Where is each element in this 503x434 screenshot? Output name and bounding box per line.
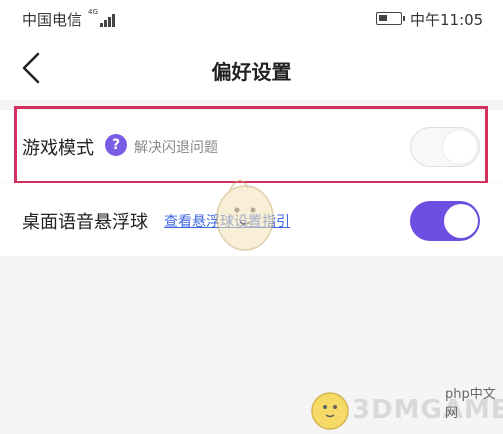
floating-ball-label: 桌面语音悬浮球 <box>22 212 148 233</box>
page-title: 偏好设置 <box>211 60 292 84</box>
game-mode-hint: 解决闪退问题 <box>134 140 218 156</box>
battery-icon <box>376 12 405 25</box>
status-bar: 中国电信 4G 中午11:05 <box>0 0 503 36</box>
game-mode-label: 游戏模式 <box>22 138 94 159</box>
nav-bar: 偏好设置 <box>0 36 503 100</box>
setting-row-floating-ball: 桌面语音悬浮球 查看悬浮球设置指引 <box>0 183 503 256</box>
floating-ball-toggle[interactable] <box>410 201 480 241</box>
floating-ball-guide-link[interactable]: 查看悬浮球设置指引 <box>164 211 290 231</box>
network-type: 4G <box>88 8 98 16</box>
carrier-name: 中国电信 <box>22 11 83 29</box>
clock: 中午11:05 <box>410 11 484 29</box>
watermark-php: php中文网 <box>445 387 496 421</box>
mascot-logo-icon <box>311 392 349 430</box>
question-icon[interactable]: ? <box>105 134 127 156</box>
signal-icon: 4G <box>88 8 115 27</box>
toggle-knob <box>444 204 478 238</box>
game-mode-toggle[interactable] <box>410 127 480 167</box>
setting-row-game-mode: 游戏模式 ? 解决闪退问题 <box>0 110 503 182</box>
toggle-knob <box>443 130 477 164</box>
